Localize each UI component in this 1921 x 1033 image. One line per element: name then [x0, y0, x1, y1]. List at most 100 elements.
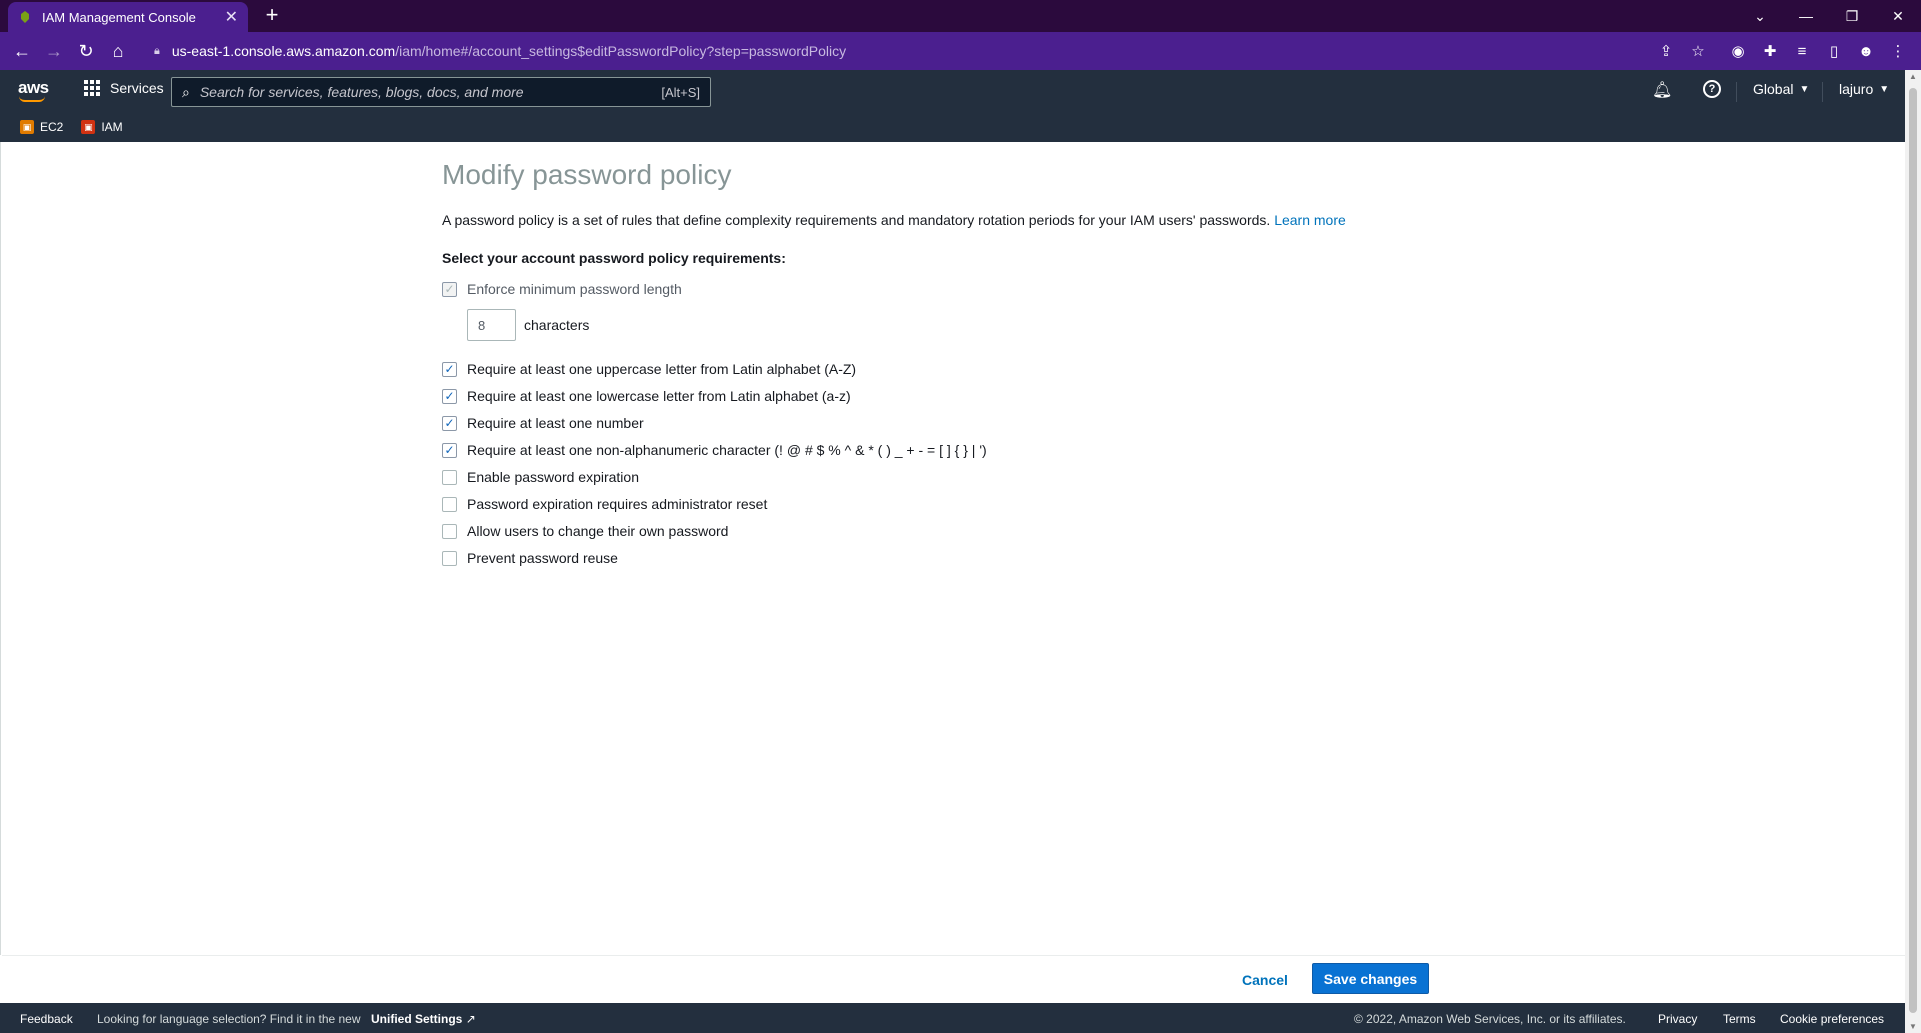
help-icon[interactable]: ?	[1703, 80, 1721, 98]
option-uppercase[interactable]: ✓ Require at least one uppercase letter …	[442, 359, 856, 379]
aws-search-input[interactable]: ⌕ Search for services, features, blogs, …	[171, 77, 711, 107]
option-prevent-reuse[interactable]: Prevent password reuse	[442, 548, 618, 568]
option-label: Prevent password reuse	[467, 550, 618, 566]
iam-favicon-icon	[18, 10, 32, 24]
option-label: Enable password expiration	[467, 469, 639, 485]
option-expiration-admin-reset[interactable]: Password expiration requires administrat…	[442, 494, 767, 514]
aws-logo-text: aws	[18, 78, 49, 97]
home-icon[interactable]: ⌂	[106, 39, 130, 63]
option-label: Require at least one number	[467, 415, 644, 431]
option-label: Allow users to change their own password	[467, 523, 729, 539]
favorite-ec2[interactable]: ▣ EC2	[20, 120, 63, 134]
services-menu-button[interactable]: Services	[84, 80, 164, 96]
new-tab-button[interactable]: +	[260, 4, 284, 28]
tab-close-icon[interactable]: ✕	[225, 7, 238, 27]
account-label: lajuro	[1839, 81, 1874, 97]
page-description: A password policy is a set of rules that…	[442, 212, 1346, 228]
profile-avatar-icon[interactable]: ☻	[1856, 41, 1876, 61]
scroll-down-icon[interactable]: ▼	[1905, 1022, 1921, 1031]
scroll-up-icon[interactable]: ▲	[1905, 72, 1921, 81]
side-panel-icon[interactable]: ▯	[1824, 41, 1844, 61]
header-divider	[1736, 82, 1737, 102]
favorite-iam[interactable]: ▣ IAM	[81, 120, 123, 134]
tab-search-icon[interactable]: ⌄	[1737, 0, 1783, 32]
search-shortcut: [Alt+S]	[661, 84, 700, 100]
window-close-icon[interactable]: ✕	[1875, 0, 1921, 32]
minimize-icon[interactable]: —	[1783, 0, 1829, 32]
copyright: © 2022, Amazon Web Services, Inc. or its…	[1354, 1012, 1626, 1026]
option-lowercase[interactable]: ✓ Require at least one lowercase letter …	[442, 386, 851, 406]
notifications-bell-icon[interactable]: 🔔︎	[1652, 80, 1672, 100]
aws-smile-icon	[19, 96, 45, 102]
number-checkbox[interactable]: ✓	[442, 415, 457, 431]
region-label: Global	[1753, 81, 1794, 97]
share-icon[interactable]: ⇪	[1656, 41, 1676, 61]
option-non-alphanumeric[interactable]: ✓ Require at least one non-alphanumeric …	[442, 440, 987, 460]
terms-link[interactable]: Terms	[1723, 1012, 1756, 1026]
option-enable-expiration[interactable]: Enable password expiration	[442, 467, 639, 487]
external-link-icon: ↗	[465, 1012, 476, 1026]
min-length-input[interactable]: 8	[467, 309, 516, 341]
enforce-min-length-label: Enforce minimum password length	[467, 281, 682, 297]
scrollbar-thumb[interactable]	[1909, 88, 1917, 1013]
favorites-bar: ▣ EC2 ▣ IAM	[0, 112, 1905, 142]
lowercase-checkbox[interactable]: ✓	[442, 388, 457, 404]
learn-more-link[interactable]: Learn more	[1274, 212, 1346, 228]
page-title: Modify password policy	[442, 159, 732, 190]
save-changes-button[interactable]: Save changes	[1312, 963, 1429, 994]
console-footer: Feedback Looking for language selection?…	[0, 1003, 1905, 1033]
tab-title: IAM Management Console	[42, 9, 196, 25]
option-number[interactable]: ✓ Require at least one number	[442, 413, 644, 433]
reading-list-icon[interactable]: ≡	[1792, 41, 1812, 61]
region-selector[interactable]: Global ▼	[1753, 81, 1809, 97]
aws-logo[interactable]: aws	[18, 78, 49, 102]
privacy-link[interactable]: Privacy	[1658, 1012, 1697, 1026]
account-menu[interactable]: lajuro ▼	[1839, 81, 1889, 97]
policy-subheading: Select your account password policy requ…	[442, 250, 786, 266]
browser-tab-bar: IAM Management Console ✕ + ⌄ — ❐ ✕	[0, 0, 1921, 32]
services-label: Services	[110, 80, 164, 96]
min-length-unit: characters	[524, 317, 590, 333]
browser-tab[interactable]: IAM Management Console ✕	[8, 2, 248, 32]
header-divider	[1822, 82, 1823, 102]
search-placeholder: Search for services, features, blogs, do…	[199, 84, 524, 100]
expiration-admin-reset-checkbox[interactable]	[442, 496, 457, 512]
action-bar	[2, 955, 1906, 997]
address-bar[interactable]: 🔒︎ us-east-1.console.aws.amazon.com/iam/…	[140, 36, 1700, 66]
uppercase-checkbox[interactable]: ✓	[442, 361, 457, 377]
language-notice: Looking for language selection? Find it …	[97, 1012, 361, 1026]
favorite-label: EC2	[40, 120, 64, 134]
services-grid-icon	[84, 80, 100, 96]
browser-toolbar: ← → ↻ ⌂ 🔒︎ us-east-1.console.aws.amazon.…	[0, 32, 1921, 70]
puzzle-extensions-icon[interactable]: ✚	[1760, 41, 1780, 61]
non-alphanumeric-checkbox[interactable]: ✓	[442, 442, 457, 458]
region-caret-icon: ▼	[1799, 83, 1810, 95]
main-content: Modify password policy A password policy…	[0, 142, 1906, 997]
aws-console-header: aws Services ⌕ Search for services, feat…	[0, 70, 1905, 112]
allow-change-password-checkbox[interactable]	[442, 523, 457, 539]
unified-settings-label: Unified Settings	[371, 1012, 463, 1026]
page-scrollbar[interactable]: ▲ ▼	[1905, 70, 1921, 1033]
cancel-button[interactable]: Cancel	[1232, 965, 1298, 995]
bookmark-star-icon[interactable]: ☆	[1688, 41, 1708, 61]
min-length-row: 8 characters	[467, 309, 589, 341]
search-icon: ⌕	[182, 83, 190, 100]
forward-icon[interactable]: →	[42, 39, 66, 63]
iam-service-icon: ▣	[81, 120, 96, 134]
option-label: Require at least one uppercase letter fr…	[467, 361, 857, 377]
feedback-link[interactable]: Feedback	[20, 1012, 73, 1026]
reload-icon[interactable]: ↻	[74, 39, 98, 63]
browser-menu-icon[interactable]: ⋮	[1888, 41, 1908, 61]
enable-expiration-checkbox[interactable]	[442, 469, 457, 485]
extension-icon[interactable]: ◉	[1728, 41, 1748, 61]
url-path: /iam/home#/account_settings$editPassword…	[395, 43, 847, 59]
cookie-preferences-link[interactable]: Cookie preferences	[1780, 1012, 1884, 1026]
prevent-reuse-checkbox[interactable]	[442, 550, 457, 566]
url-host: us-east-1.console.aws.amazon.com	[171, 43, 396, 59]
option-label: Password expiration requires administrat…	[467, 496, 768, 512]
restore-icon[interactable]: ❐	[1829, 0, 1875, 32]
unified-settings-link[interactable]: Unified Settings ↗	[371, 1012, 476, 1026]
option-label: Require at least one non-alphanumeric ch…	[467, 442, 987, 458]
back-icon[interactable]: ←	[10, 39, 34, 63]
option-allow-change-password[interactable]: Allow users to change their own password	[442, 521, 728, 541]
